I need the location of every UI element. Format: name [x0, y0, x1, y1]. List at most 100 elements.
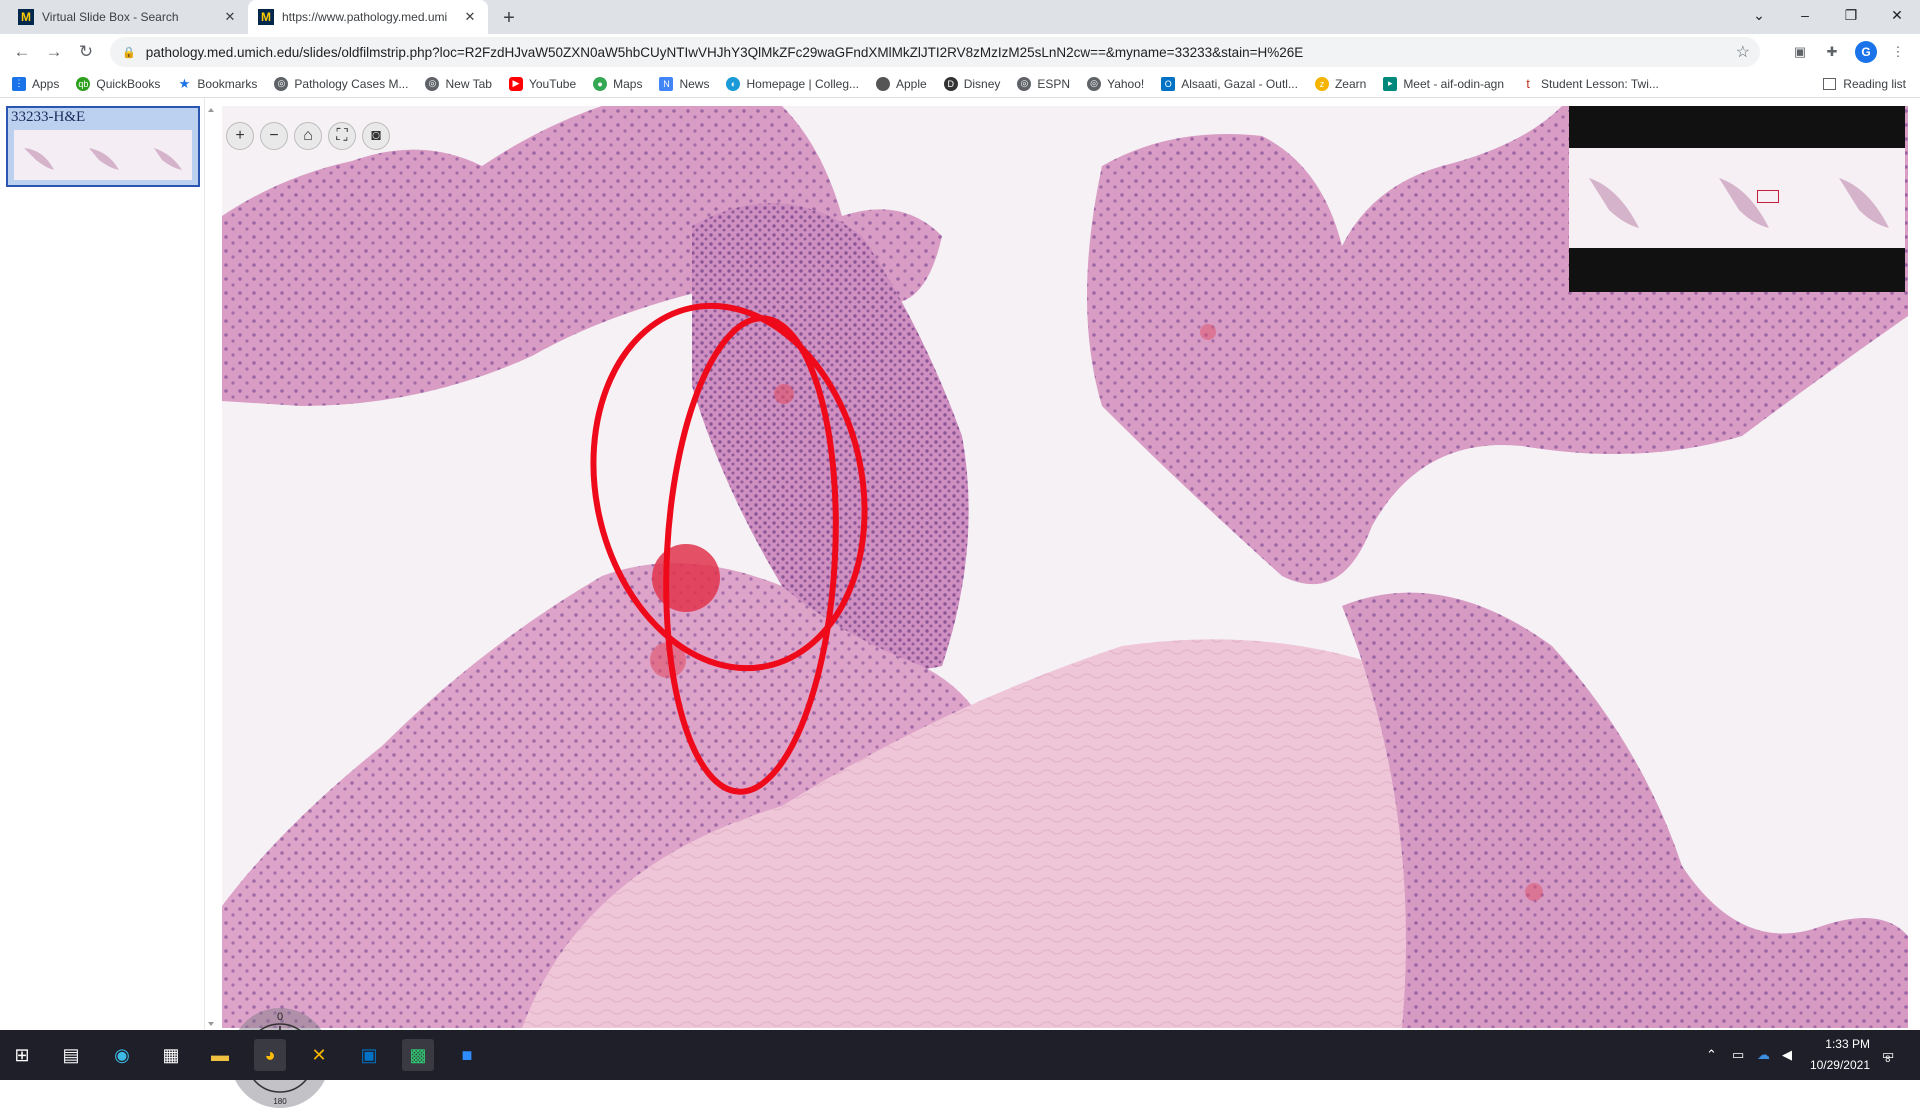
tray-chevron-icon[interactable]: ⌃	[1706, 1030, 1717, 1080]
bookmark-youtube[interactable]: ▶ YouTube	[508, 76, 577, 91]
bookmark-zearn[interactable]: z Zearn	[1314, 76, 1367, 91]
system-clock[interactable]: 1:33 PM 10/29/2021	[1790, 1034, 1870, 1076]
outlook-taskbar-icon[interactable]: ▣	[353, 1039, 385, 1071]
reload-icon[interactable]: ↻	[74, 40, 98, 64]
tab-title: https://www.pathology.med.umi	[282, 10, 448, 24]
forward-arrow-icon[interactable]: →	[42, 40, 66, 64]
home-icon[interactable]: ⌂	[294, 122, 322, 150]
close-window-button[interactable]: ✕	[1874, 0, 1920, 30]
navigator-overview[interactable]	[1569, 106, 1905, 292]
bookmark-outlook[interactable]: O Alsaati, Gazal - Outl...	[1161, 76, 1298, 91]
bookmark-label: Zearn	[1334, 76, 1367, 91]
fullscreen-icon[interactable]: ⛶	[328, 122, 356, 150]
bookmark-homepage-college[interactable]: ◐ Homepage | Colleg...	[726, 76, 859, 91]
slide-thumbnail-image	[14, 130, 192, 180]
youtube-icon: ▶	[508, 76, 523, 91]
bookmark-star-icon[interactable]: ☆	[1736, 42, 1750, 62]
bookmark-pathology-cases[interactable]: ◎ Pathology Cases M...	[274, 76, 408, 91]
zoom-out-button[interactable]: −	[260, 122, 288, 150]
slide-viewer[interactable]: + − ⌂ ⛶ ◙	[222, 106, 1908, 1028]
bookmark-label: Apps	[32, 76, 60, 91]
store-icon[interactable]: ▦	[155, 1039, 187, 1071]
reading-list-button[interactable]: Reading list	[1823, 70, 1906, 98]
url-text: pathology.med.umich.edu/slides/oldfilmst…	[145, 44, 1304, 60]
close-tab-icon[interactable]: ✕	[222, 9, 238, 25]
apple-icon	[876, 76, 890, 91]
tab-title: Virtual Slide Box - Search	[42, 10, 179, 24]
bookmark-label: Student Lesson: Twi...	[1541, 76, 1659, 91]
bookmark-apple[interactable]: Apple	[876, 76, 927, 91]
outlook-icon: O	[1161, 76, 1176, 91]
bookmark-label: News	[679, 76, 710, 91]
restore-button[interactable]: ❐	[1828, 0, 1874, 30]
bookmark-student-lesson[interactable]: t Student Lesson: Twi...	[1521, 76, 1659, 91]
extension-icon[interactable]: ▣	[1790, 42, 1810, 62]
bookmark-label: Meet - aif-odin-agn	[1403, 76, 1505, 91]
tab-pathology-slide[interactable]: M https://www.pathology.med.umi ✕	[248, 0, 488, 34]
bookmark-bookmarks[interactable]: ★ Bookmarks	[177, 76, 258, 91]
bookmark-new-tab[interactable]: ◎ New Tab	[425, 76, 492, 91]
bookmark-label: Disney	[963, 76, 1001, 91]
profile-avatar[interactable]: G	[1855, 41, 1877, 63]
news-icon: N	[659, 76, 674, 91]
windows-taskbar: ⊞ ▤ ◉ ▦ ▬ ◕ ✕ ▣ ▩ ■ ⌃ ▭ ☁ ◀ 1:33 PM 10/2…	[0, 1030, 1920, 1080]
onedrive-icon[interactable]: ☁	[1757, 1030, 1770, 1080]
camera-icon[interactable]: ◙	[362, 122, 390, 150]
back-arrow-icon[interactable]: ←	[10, 40, 34, 64]
bookmark-label: Bookmarks	[197, 76, 258, 91]
bookmark-label: Alsaati, Gazal - Outl...	[1181, 76, 1298, 91]
maps-pin-icon: ●	[593, 76, 608, 91]
bookmark-apps[interactable]: ⋮ Apps	[12, 76, 60, 91]
puzzle-extensions-icon[interactable]: ✚	[1822, 42, 1842, 62]
bookmark-espn[interactable]: ◎ ESPN	[1017, 76, 1070, 91]
reading-list-label: Reading list	[1843, 77, 1906, 91]
lock-icon: 🔒	[122, 46, 136, 59]
new-tab-button[interactable]: +	[497, 6, 521, 30]
bookmark-quickbooks[interactable]: qb QuickBooks	[76, 76, 160, 91]
page-content: 33233-H&E + − ⌂ ⛶ ◙ 0 180	[0, 98, 1920, 1108]
quickbooks-icon: qb	[76, 76, 91, 91]
meet-icon: ▸	[1383, 76, 1398, 91]
bookmark-label: Maps	[613, 76, 643, 91]
filmstrip-panel: 33233-H&E	[0, 98, 205, 1030]
bookmark-news[interactable]: N News	[659, 76, 710, 91]
globe-icon: ◎	[274, 76, 289, 91]
task-view-icon[interactable]: ▤	[55, 1039, 87, 1071]
bookmark-meet[interactable]: ▸ Meet - aif-odin-agn	[1383, 76, 1505, 91]
lesson-icon: t	[1526, 76, 1530, 91]
edge-icon[interactable]: ◉	[106, 1039, 138, 1071]
zoom-icon[interactable]: ■	[451, 1039, 483, 1071]
slide-thumbnail[interactable]: 33233-H&E	[6, 106, 200, 187]
bookmark-yahoo[interactable]: ◎ Yahoo!	[1087, 76, 1145, 91]
kebab-menu-icon[interactable]: ⋮	[1888, 42, 1908, 62]
minimize-button[interactable]: –	[1782, 0, 1828, 30]
network-icon[interactable]: ▭	[1732, 1030, 1744, 1080]
navigator-viewport-rectangle[interactable]	[1757, 190, 1779, 203]
bookmark-label: New Tab	[445, 76, 492, 91]
bookmark-label: Apple	[896, 76, 927, 91]
tab-search-chevron-icon[interactable]: ⌄	[1736, 0, 1782, 30]
windows-start-icon[interactable]: ⊞	[6, 1039, 38, 1071]
notification-center[interactable]: ▭ 8	[1882, 1030, 1894, 1080]
clock-date: 10/29/2021	[1809, 1058, 1870, 1072]
clock-time: 1:33 PM	[1825, 1037, 1870, 1051]
bookmark-label: YouTube	[528, 76, 577, 91]
photos-icon[interactable]: ▩	[402, 1039, 434, 1071]
slide-label: 33233-H&E	[11, 109, 86, 125]
bookmark-label: Yahoo!	[1107, 76, 1145, 91]
chrome-icon[interactable]: ◕	[254, 1039, 286, 1071]
close-tab-icon[interactable]: ✕	[462, 9, 478, 25]
disney-icon: D	[943, 76, 958, 91]
bookmark-disney[interactable]: D Disney	[943, 76, 1001, 91]
tab-virtual-slide-box[interactable]: M Virtual Slide Box - Search ✕	[8, 0, 248, 34]
bookmark-maps[interactable]: ● Maps	[593, 76, 643, 91]
filmstrip-scrollbar[interactable]	[205, 106, 217, 1028]
zoom-in-button[interactable]: +	[226, 122, 254, 150]
app-x-icon[interactable]: ✕	[303, 1039, 335, 1071]
college-icon: ◐	[726, 76, 741, 91]
address-bar[interactable]: 🔒 pathology.med.umich.edu/slides/oldfilm…	[110, 37, 1760, 67]
reading-list-icon	[1823, 78, 1837, 90]
zearn-icon: z	[1314, 76, 1329, 91]
notification-count: 8	[1885, 1054, 1891, 1064]
file-explorer-icon[interactable]: ▬	[204, 1039, 236, 1071]
